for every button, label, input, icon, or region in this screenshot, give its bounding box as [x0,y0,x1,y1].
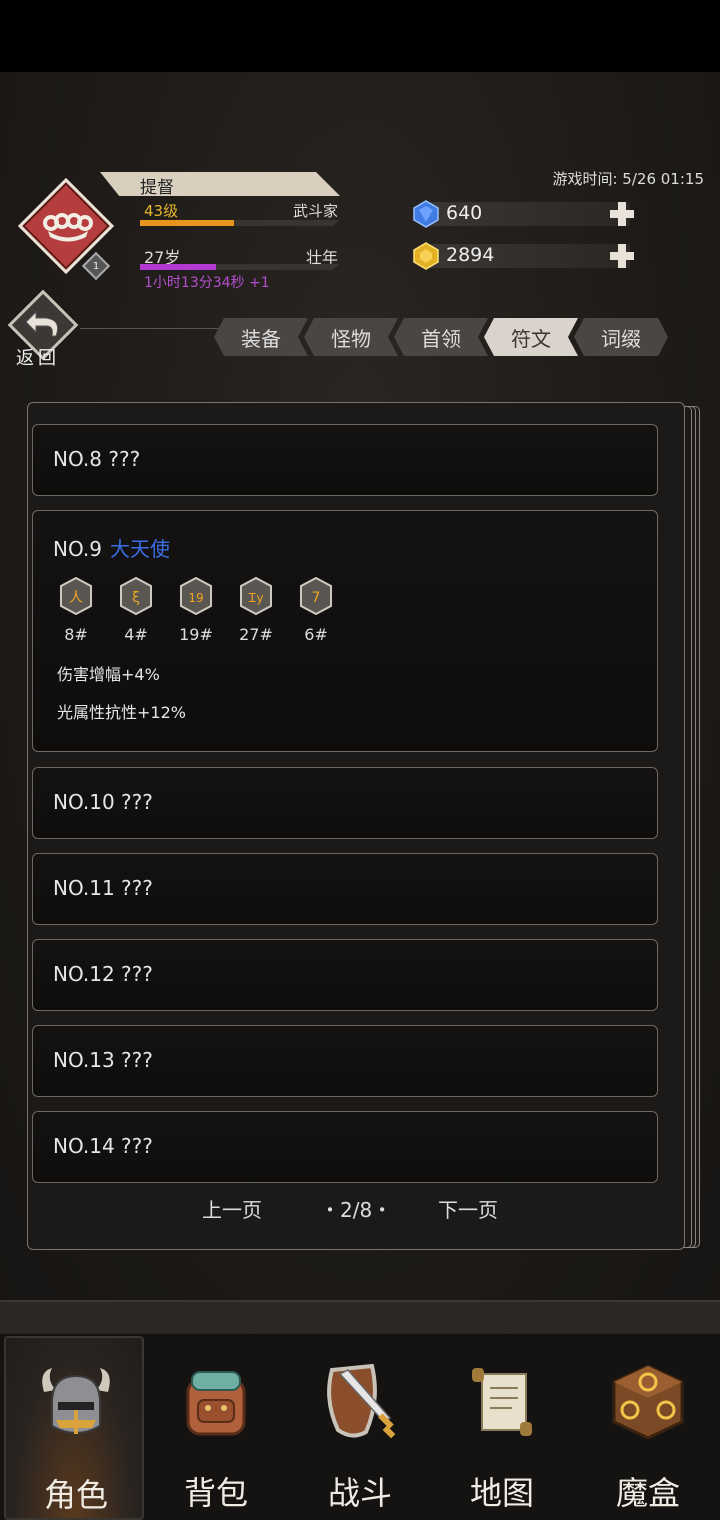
gold-value: 2894 [446,244,495,266]
level-row: 43级 武斗家 [140,198,340,230]
gold-currency: 2894 [412,242,642,270]
rune-count: 6# [304,625,328,644]
exp-bar-fill [140,220,234,226]
runeword-entry[interactable]: NO.12 ??? [32,939,658,1011]
helmet-icon [42,1368,110,1434]
entry-title: NO.11 ??? [53,876,153,900]
entry-title: NO.10 ??? [53,790,153,814]
entry-title: NO.8 ??? [53,447,141,471]
rune-icon: Ꮖy [239,576,273,616]
runeword-entry[interactable]: NO.10 ??? [32,767,658,839]
tab-runes[interactable]: 符文 [484,318,578,356]
game-time: 游戏时间: 5/26 01:15 [552,170,704,188]
scroll-map-icon [472,1368,532,1436]
rune-glyph: 7 [312,590,321,606]
name-plate: 提督 [100,172,340,196]
age-row: 27岁 壮年 [140,244,340,274]
runeword-entry[interactable]: NO.8 ??? [32,424,658,496]
tab-bosses[interactable]: 首领 [394,318,488,356]
return-arrow-icon [25,310,59,337]
add-gold-button[interactable] [608,242,636,270]
runeword-stat: 光属性抗性+12% [57,703,186,722]
nav-label: 战斗 [327,1474,392,1512]
rune-icon: 19 [179,576,213,616]
backpack-icon [186,1371,246,1436]
exp-bar [140,220,340,226]
rune-glyph: 19 [188,591,203,605]
nav-label: 魔盒 [615,1474,680,1512]
runeword-stat: 伤害增幅+4% [57,665,160,684]
tab-monsters[interactable]: 怪物 [304,318,398,356]
blue-gem-icon [413,200,439,228]
badge-number: 1 [92,260,100,272]
age-bar [140,264,340,270]
nav-battle[interactable]: 战斗 [290,1336,430,1520]
entry-title: NO.9 大天使 [53,533,170,562]
brass-knuckles-icon [43,213,93,242]
magic-box-icon [612,1364,684,1440]
character-name: 提督 [140,178,174,198]
runeword-entry[interactable]: NO.14 ??? [32,1111,658,1183]
entry-title: NO.14 ??? [53,1134,153,1158]
rune-icon: 人 [59,576,93,616]
rune-slot[interactable]: 19 19# [175,576,215,647]
rune-icon: 7 [299,576,333,616]
nav-map[interactable]: 地图 [432,1336,572,1520]
divider [80,328,220,329]
nav-label: 角色 [43,1476,108,1514]
nav-label: 背包 [183,1474,248,1512]
runeword-name: 大天使 [109,537,170,561]
rune-glyph: 人 [69,590,83,606]
rune-count: 27# [239,625,273,644]
back-label: 返回 [16,348,60,369]
nav-backpack[interactable]: 背包 [146,1336,286,1520]
gold-coin-icon [413,242,439,270]
add-gem-button[interactable] [608,200,636,228]
tab-equipment[interactable]: 装备 [214,318,308,356]
sword-shield-icon [327,1363,396,1439]
rune-slot[interactable]: ξ 4# [115,576,155,647]
entry-number: NO.9 [53,537,102,561]
rune-count: 19# [179,625,213,644]
tab-affixes[interactable]: 词缀 [574,318,668,356]
runeword-entry[interactable]: NO.9 大天使 人 8# ξ 4# 19 19# Ꮖy 27# 7 6# 伤害增… [32,510,658,752]
pagination: 上一页 ・2/8・ 下一页 [0,1194,720,1224]
level-text: 43级 [144,202,179,220]
nav-magic-box[interactable]: 魔盒 [578,1336,718,1520]
age-timer: 1小时13分34秒 +1 [144,275,270,291]
rune-slot[interactable]: 人 8# [55,576,95,647]
class-text: 武斗家 [292,202,338,220]
page-indicator: ・2/8・ [320,1198,393,1222]
rune-count: 8# [64,625,88,644]
next-page-button[interactable]: 下一页 [438,1194,498,1223]
gem-value: 640 [446,202,483,224]
nav-character[interactable]: 角色 [4,1336,144,1520]
entry-title: NO.13 ??? [53,1048,153,1072]
runeword-entry[interactable]: NO.13 ??? [32,1025,658,1097]
nav-label: 地图 [469,1474,534,1512]
gem-currency: 640 [412,200,642,228]
rune-glyph: ξ [132,590,140,606]
rune-count: 4# [124,625,148,644]
runeword-entry[interactable]: NO.11 ??? [32,853,658,925]
entry-title: NO.12 ??? [53,962,153,986]
status-bar-area [0,0,720,72]
rune-glyph: Ꮖy [249,591,264,605]
age-bar-fill [140,264,216,270]
rune-slot[interactable]: Ꮖy 27# [235,576,275,647]
rune-slot[interactable]: 7 6# [295,576,335,647]
rune-icon: ξ [119,576,153,616]
prev-page-button[interactable]: 上一页 [202,1194,262,1223]
back-button[interactable]: 返回 [7,289,79,378]
